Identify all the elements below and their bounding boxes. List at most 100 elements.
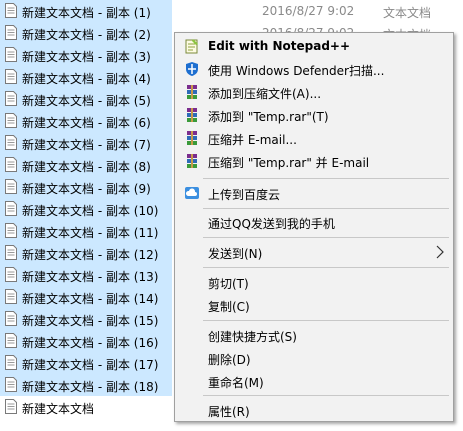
menu-item-label: 压缩到 "Temp.rar" 并 E-mail xyxy=(208,156,370,170)
chevron-right-icon xyxy=(436,245,444,259)
file-name-cell[interactable]: 新建文本文档 - 副本 (3) xyxy=(0,44,172,66)
file-name-cell[interactable]: 新建文本文档 - 副本 (7) xyxy=(0,132,172,154)
menu-separator xyxy=(203,320,449,321)
menu-item-label: 压缩并 E-mail... xyxy=(208,133,297,147)
menu-item-create-shortcut[interactable]: 创建快捷方式(S) xyxy=(175,324,453,346)
menu-item-label: 发送到(N) xyxy=(208,247,263,261)
text-file-icon xyxy=(5,179,17,194)
menu-item-label: 上传到百度云 xyxy=(208,188,281,202)
menu-item-delete[interactable]: 删除(D) xyxy=(175,347,453,369)
menu-separator xyxy=(203,208,449,209)
context-menu: Edit with Notepad++ 使用 Windows Defender扫… xyxy=(174,32,454,422)
text-file-icon xyxy=(5,135,17,150)
file-name-cell[interactable]: 新建文本文档 - 副本 (10) xyxy=(0,198,172,220)
menu-item-label: 添加到压缩文件(A)... xyxy=(208,87,322,101)
menu-item-label: 创建快捷方式(S) xyxy=(208,330,297,344)
file-name: 新建文本文档 - 副本 (14) xyxy=(22,292,159,306)
file-name: 新建文本文档 - 副本 (1) xyxy=(22,6,151,20)
text-file-icon xyxy=(5,377,17,392)
file-date: 2016/8/27 9:02 xyxy=(262,4,355,18)
menu-item-label: 属性(R) xyxy=(208,405,250,419)
winrar-archive-icon xyxy=(187,108,197,122)
file-name: 新建文本文档 - 副本 (12) xyxy=(22,248,159,262)
windows-defender-shield-icon xyxy=(186,62,198,76)
file-type: 文本文档 xyxy=(383,6,432,20)
menu-item-label: 添加到 "Temp.rar"(T) xyxy=(208,110,329,124)
text-file-icon xyxy=(5,47,17,62)
menu-separator xyxy=(203,178,449,179)
menu-separator xyxy=(203,237,449,238)
file-name-cell[interactable]: 新建文本文档 - 副本 (18) xyxy=(0,374,172,396)
file-name-cell[interactable]: 新建文本文档 - 副本 (8) xyxy=(0,154,172,176)
menu-item-copy[interactable]: 复制(C) xyxy=(175,294,453,316)
menu-separator xyxy=(203,267,449,268)
file-name-cell[interactable]: 新建文本文档 - 副本 (17) xyxy=(0,352,172,374)
winrar-archive-icon xyxy=(187,154,197,168)
menu-item-cut[interactable]: 剪切(T) xyxy=(175,271,453,293)
menu-item-send-to[interactable]: 发送到(N) xyxy=(175,241,453,263)
winrar-archive-icon xyxy=(187,85,197,99)
file-name-cell[interactable]: 新建文本文档 xyxy=(0,396,172,418)
menu-item-qq-send-phone[interactable]: 通过QQ发送到我的手机 xyxy=(175,211,453,233)
file-name-cell[interactable]: 新建文本文档 - 副本 (6) xyxy=(0,110,172,132)
file-name-cell[interactable]: 新建文本文档 - 副本 (2) xyxy=(0,22,172,44)
file-name: 新建文本文档 - 副本 (3) xyxy=(22,50,151,64)
file-name: 新建文本文档 - 副本 (10) xyxy=(22,204,159,218)
file-name: 新建文本文档 - 副本 (15) xyxy=(22,314,159,328)
file-name: 新建文本文档 - 副本 (2) xyxy=(22,28,151,42)
menu-item-compress-email[interactable]: 压缩并 E-mail... xyxy=(175,127,453,149)
text-file-icon xyxy=(5,201,17,216)
file-name: 新建文本文档 - 副本 (13) xyxy=(22,270,159,284)
menu-item-add-archive[interactable]: 添加到压缩文件(A)... xyxy=(175,81,453,103)
text-file-icon xyxy=(5,289,17,304)
file-name: 新建文本文档 - 副本 (6) xyxy=(22,116,151,130)
file-name: 新建文本文档 - 副本 (17) xyxy=(22,358,159,372)
menu-item-defender-scan[interactable]: 使用 Windows Defender扫描... xyxy=(175,58,453,80)
file-name-cell[interactable]: 新建文本文档 - 副本 (11) xyxy=(0,220,172,242)
text-file-icon xyxy=(5,267,17,282)
file-name-cell[interactable]: 新建文本文档 - 副本 (4) xyxy=(0,66,172,88)
file-name-cell[interactable]: 新建文本文档 - 副本 (15) xyxy=(0,308,172,330)
menu-item-properties[interactable]: 属性(R) xyxy=(175,399,453,421)
text-file-icon xyxy=(5,399,17,414)
menu-item-upload-baidu[interactable]: 上传到百度云 xyxy=(175,182,453,204)
file-name: 新建文本文档 - 副本 (7) xyxy=(22,138,151,152)
menu-separator xyxy=(203,395,449,396)
menu-item-label: 重命名(M) xyxy=(208,376,264,390)
file-name: 新建文本文档 - 副本 (5) xyxy=(22,94,151,108)
text-file-icon xyxy=(5,245,17,260)
menu-item-label: 删除(D) xyxy=(208,353,251,367)
file-name-cell[interactable]: 新建文本文档 - 副本 (13) xyxy=(0,264,172,286)
menu-item-label: 使用 Windows Defender扫描... xyxy=(208,64,385,78)
menu-item-label: 剪切(T) xyxy=(208,277,249,291)
notepad-plus-plus-icon xyxy=(185,39,198,54)
file-name-cell[interactable]: 新建文本文档 - 副本 (5) xyxy=(0,88,172,110)
menu-item-compress-temp-email[interactable]: 压缩到 "Temp.rar" 并 E-mail xyxy=(175,150,453,172)
file-name-cell[interactable]: 新建文本文档 - 副本 (1) xyxy=(0,0,172,22)
menu-item-rename[interactable]: 重命名(M) xyxy=(175,370,453,392)
text-file-icon xyxy=(5,91,17,106)
text-file-icon xyxy=(5,333,17,348)
text-file-icon xyxy=(5,69,17,84)
file-row[interactable]: 新建文本文档 - 副本 (1) 2016/8/27 9:02 文本文档 xyxy=(0,0,463,22)
menu-item-edit-notepad[interactable]: Edit with Notepad++ xyxy=(175,35,453,57)
file-name: 新建文本文档 - 副本 (11) xyxy=(22,226,159,240)
menu-item-label: Edit with Notepad++ xyxy=(208,39,351,53)
file-name: 新建文本文档 - 副本 (9) xyxy=(22,182,151,196)
file-name: 新建文本文档 - 副本 (4) xyxy=(22,72,151,86)
text-file-icon xyxy=(5,223,17,238)
menu-item-label: 通过QQ发送到我的手机 xyxy=(208,217,335,231)
text-file-icon xyxy=(5,25,17,40)
winrar-archive-icon xyxy=(187,131,197,145)
file-name: 新建文本文档 xyxy=(22,402,95,416)
menu-item-label: 复制(C) xyxy=(208,300,250,314)
file-name: 新建文本文档 - 副本 (18) xyxy=(22,380,159,394)
file-name-cell[interactable]: 新建文本文档 - 副本 (16) xyxy=(0,330,172,352)
menu-item-add-temp-rar[interactable]: 添加到 "Temp.rar"(T) xyxy=(175,104,453,126)
file-name-cell[interactable]: 新建文本文档 - 副本 (12) xyxy=(0,242,172,264)
text-file-icon xyxy=(5,355,17,370)
file-name-cell[interactable]: 新建文本文档 - 副本 (9) xyxy=(0,176,172,198)
file-name: 新建文本文档 - 副本 (16) xyxy=(22,336,159,350)
file-name-cell[interactable]: 新建文本文档 - 副本 (14) xyxy=(0,286,172,308)
baidu-cloud-icon xyxy=(185,187,199,199)
